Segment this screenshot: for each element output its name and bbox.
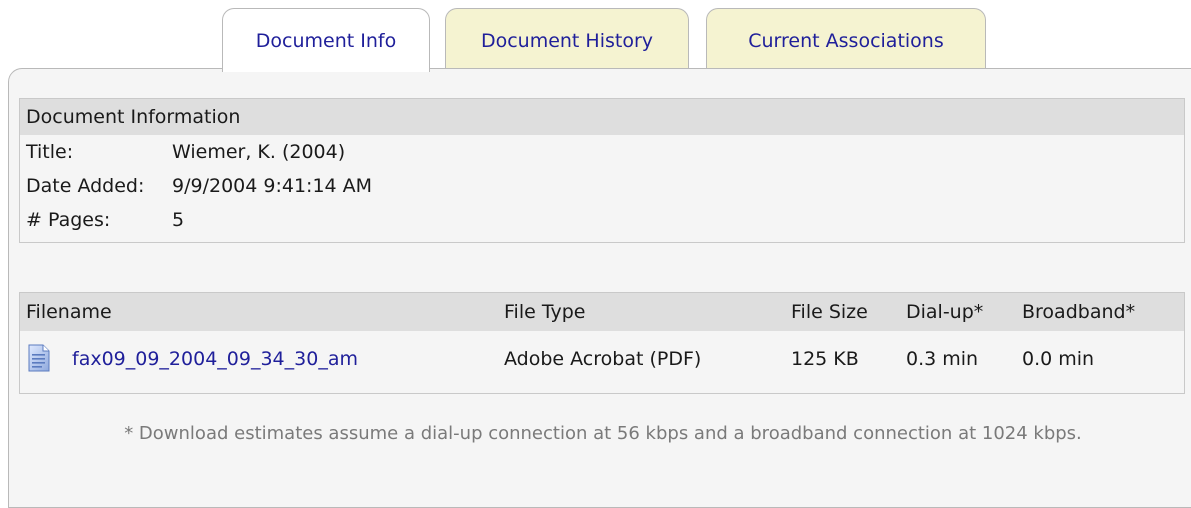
column-header-dialup: Dial-up*: [906, 301, 984, 323]
broadband-value: 0.0 min: [1022, 348, 1095, 370]
title-label: Title:: [26, 141, 74, 163]
filename-link[interactable]: fax09_09_2004_09_34_30_am: [72, 331, 358, 387]
title-value: Wiemer, K. (2004): [172, 141, 346, 163]
files-table-header: Filename File Type File Size Dial-up* Br…: [20, 293, 1184, 331]
column-header-file-size: File Size: [791, 301, 868, 323]
download-estimate-footnote: * Download estimates assume a dial-up co…: [124, 423, 1082, 444]
table-row: fax09_09_2004_09_34_30_am Adobe Acrobat …: [20, 331, 1184, 387]
title-row: Title: Wiemer, K. (2004): [20, 135, 1184, 169]
tab-bar: Document Info Document History Current A…: [0, 8, 1191, 72]
file-size-value: 125 KB: [791, 348, 859, 370]
column-header-filename: Filename: [26, 301, 112, 323]
date-added-value: 9/9/2004 9:41:14 AM: [172, 175, 373, 197]
column-header-file-type: File Type: [504, 301, 586, 323]
pages-label: # Pages:: [26, 209, 111, 231]
document-information-section: Document Information Title: Wiemer, K. (2…: [19, 98, 1185, 243]
file-type-value: Adobe Acrobat (PDF): [504, 348, 702, 370]
tab-document-history[interactable]: Document History: [445, 8, 689, 70]
tab-document-info[interactable]: Document Info: [222, 8, 430, 72]
column-header-broadband: Broadband*: [1022, 301, 1136, 323]
files-table: Filename File Type File Size Dial-up* Br…: [19, 292, 1185, 394]
file-download-link[interactable]: fax09_09_2004_09_34_30_am: [72, 348, 358, 370]
document-icon[interactable]: [28, 344, 50, 372]
pages-value: 5: [172, 209, 185, 231]
tab-current-associations[interactable]: Current Associations: [706, 8, 986, 70]
section-header: Document Information: [20, 99, 1184, 135]
date-added-row: Date Added: 9/9/2004 9:41:14 AM: [20, 169, 1184, 203]
pages-row: # Pages: 5: [20, 203, 1184, 237]
dialup-value: 0.3 min: [906, 348, 979, 370]
date-added-label: Date Added:: [26, 175, 145, 197]
